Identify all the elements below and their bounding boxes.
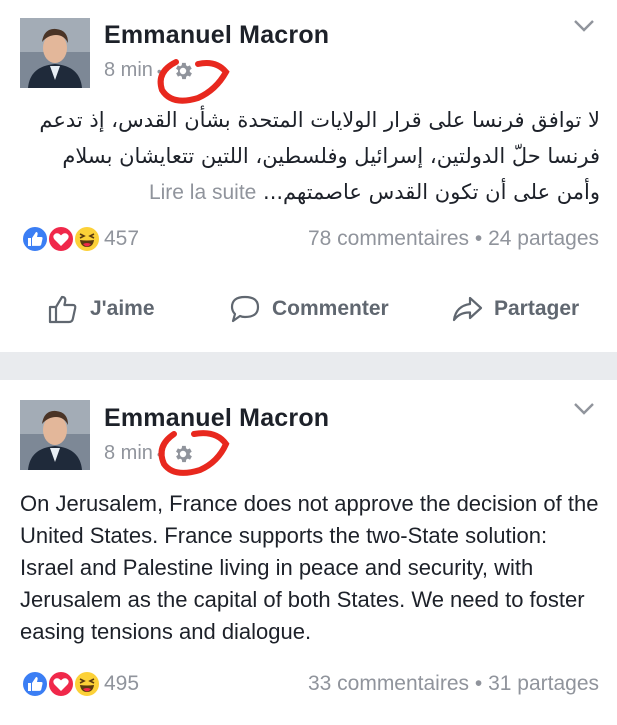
chevron-down-icon[interactable] [573,402,595,416]
reactions-left[interactable]: 495 [20,669,139,699]
stats-separator: • [474,227,483,250]
action-bar: J'aime Commenter Partager [0,292,617,340]
thumbs-up-icon [48,295,77,324]
comments-count[interactable]: 78 commentaires [308,227,469,250]
post-text-arabic: لا توافق فرنسا على قرار الولايات المتحدة… [39,108,600,204]
timestamp[interactable]: 8 min [104,59,153,82]
comment-icon [230,295,260,323]
haha-reaction-icon [73,670,101,698]
meta-separator: • [156,62,162,79]
shares-count[interactable]: 31 partages [488,672,599,695]
post-text: لا توافق فرنسا على قرار الولايات المتحدة… [20,102,600,211]
post-meta: 8 min • [104,442,194,465]
feed-separator [0,352,617,380]
reactions-count: 495 [104,672,140,695]
post-arabic: Emmanuel Macron 8 min • لا توافق فرنسا ع… [0,0,617,352]
comment-button[interactable]: Commenter [228,292,389,326]
shares-count[interactable]: 24 partages [488,227,599,250]
share-button[interactable]: Partager [450,292,579,326]
comments-shares[interactable]: 78 commentaires • 24 partages [308,227,599,251]
meta-separator: • [156,445,162,462]
post-text: On Jerusalem, France does not approve th… [20,491,599,644]
see-more-link[interactable]: Lire la suite [149,181,256,204]
avatar[interactable] [20,400,90,470]
like-label: J'aime [90,297,155,320]
reactions-count: 457 [104,227,140,250]
gear-icon [175,62,192,79]
share-label: Partager [494,297,580,320]
chevron-down-icon[interactable] [573,19,595,33]
reaction-icons [20,224,106,254]
reactions-summary: 457 78 commentaires • 24 partages [20,224,599,254]
haha-reaction-icon [73,225,101,253]
avatar[interactable] [20,18,90,88]
comments-shares[interactable]: 33 commentaires • 31 partages [308,672,599,696]
author-name[interactable]: Emmanuel Macron [104,404,329,433]
author-name[interactable]: Emmanuel Macron [104,21,329,50]
comments-count[interactable]: 33 commentaires [308,672,469,695]
post-english: Emmanuel Macron 8 min • On Jerusalem, Fr… [0,380,617,725]
reactions-summary: 495 33 commentaires • 31 partages [20,669,599,699]
post-meta: 8 min • [104,59,194,82]
comment-label: Commenter [272,297,389,320]
like-button[interactable]: J'aime [46,292,155,326]
timestamp[interactable]: 8 min [104,442,153,465]
gear-icon [175,445,192,462]
reaction-icons [20,669,106,699]
reactions-left[interactable]: 457 [20,224,139,254]
stats-separator: • [474,672,483,695]
share-arrow-icon [452,296,483,322]
